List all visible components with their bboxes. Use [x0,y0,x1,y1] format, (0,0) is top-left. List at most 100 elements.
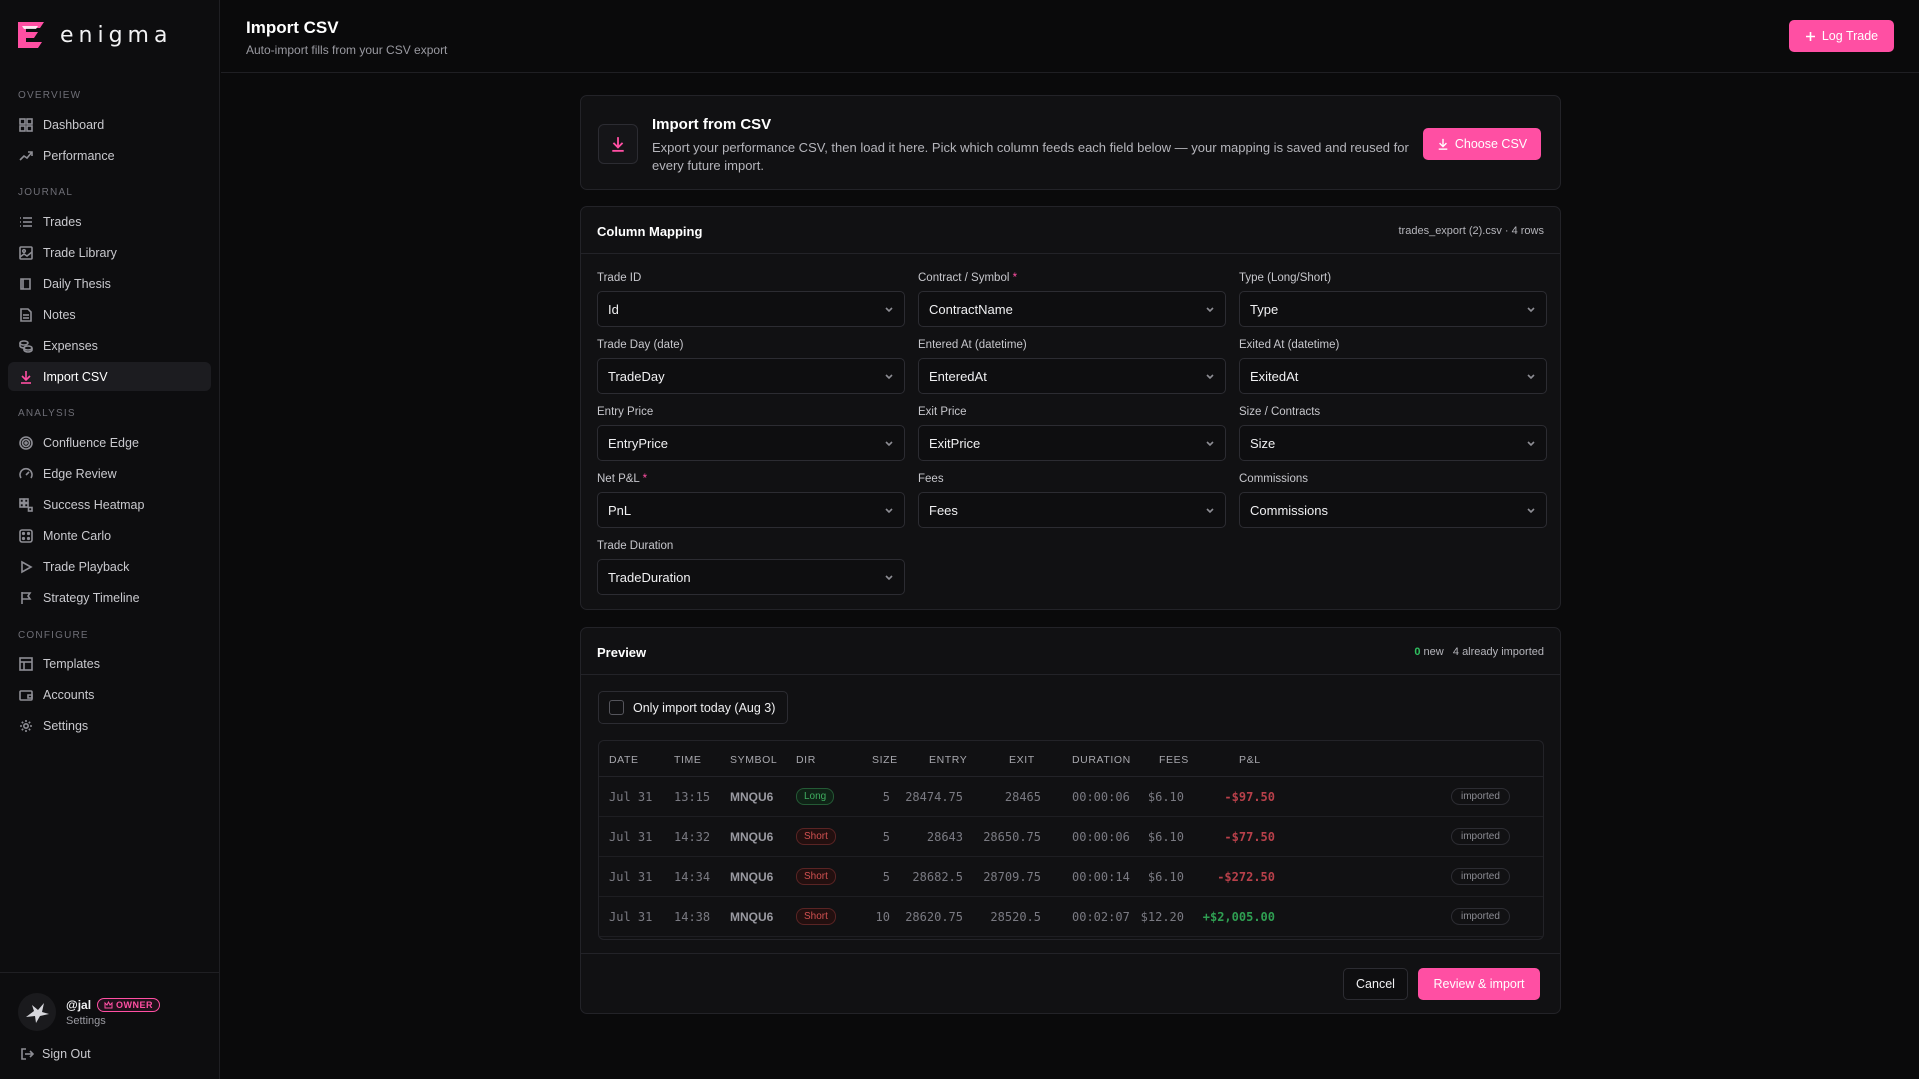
import-counts: 0 new 4 already imported [1414,646,1544,658]
logo[interactable]: enigma [14,18,172,52]
field-label-text: Trade Day (date) [597,339,684,351]
field-label-text: Fees [918,473,944,485]
cell-duration: 00:00:06 [1072,830,1130,844]
sidebar-item-edge-review[interactable]: Edge Review [8,459,211,488]
crown-icon [104,1000,113,1008]
sign-out-icon [21,1048,34,1060]
field-label: Contract / Symbol * [918,272,1226,288]
chevron-down-icon [1527,307,1535,313]
sidebar-item-daily-thesis[interactable]: Daily Thesis [8,269,211,298]
plus-icon [1805,31,1815,41]
sidebar-item-templates[interactable]: Templates [8,649,211,678]
column-header: DATE [609,754,639,766]
gear-icon [20,719,32,732]
note-icon [20,307,32,322]
column-select[interactable]: Fees [918,492,1226,528]
column-select[interactable]: Size [1239,425,1547,461]
column-select[interactable]: PnL [597,492,905,528]
cell-fees: $12.20 [1140,910,1184,924]
field-label-text: Commissions [1239,473,1309,485]
column-header: DIR [796,754,816,766]
imported-badge: imported [1451,868,1510,885]
only-today-checkbox[interactable]: Only import today (Aug 3) [598,691,788,724]
cell-time: 14:38 [674,910,711,924]
cell-date: Jul 31 [609,830,653,844]
field-label-text: Contract / Symbol [918,272,1010,284]
column-select[interactable]: ContractName [918,291,1226,327]
sign-out-button[interactable]: Sign Out [20,1047,91,1061]
cell-pnl: -$77.50 [1224,830,1275,844]
direction-badge: Short [796,828,836,845]
select-value: EnteredAt [929,368,987,384]
sidebar-item-strategy-timeline[interactable]: Strategy Timeline [8,583,211,612]
mapping-field: Entered At (datetime) EnteredAt [918,339,1226,394]
column-select[interactable]: TradeDuration [597,559,905,595]
user-settings-link[interactable]: Settings [66,1015,160,1027]
card-title: Preview [597,645,647,660]
sidebar-item-notes[interactable]: Notes [8,300,211,329]
column-header: TIME [674,754,702,766]
cancel-button[interactable]: Cancel [1343,968,1408,1000]
page-header: Import CSV Auto-import fills from your C… [221,0,1919,73]
sidebar-item-import-csv[interactable]: Import CSV [8,362,211,391]
column-select[interactable]: Id [597,291,905,327]
checkbox[interactable] [609,700,624,715]
sidebar-item-expenses[interactable]: Expenses [8,331,211,360]
field-label: Size / Contracts [1239,406,1547,422]
new-count: 0 [1414,646,1421,658]
book-icon [20,277,31,290]
sidebar-item-label: Expenses [43,338,98,353]
sidebar-item-dashboard[interactable]: Dashboard [8,110,211,139]
cell-duration: 00:00:14 [1072,870,1130,884]
column-select[interactable]: EnteredAt [918,358,1226,394]
field-label-text: Trade Duration [597,540,674,552]
sidebar-item-trades[interactable]: Trades [8,207,211,236]
log-trade-button[interactable]: Log Trade [1789,20,1894,52]
user-profile[interactable]: @jal OWNER Settings [18,993,161,1031]
column-select[interactable]: ExitPrice [918,425,1226,461]
column-select[interactable]: Commissions [1239,492,1547,528]
sidebar-item-performance[interactable]: Performance [8,141,211,170]
table-header: DATE TIME SYMBOL DIR SIZE ENTRY EXIT DURATION FE… [599,741,1543,777]
sidebar-item-label: Accounts [43,687,95,702]
cell-duration: 00:00:06 [1072,790,1130,804]
cell-symbol: MNQU6 [730,790,774,804]
cell-date: Jul 31 [609,790,653,804]
review-import-button[interactable]: Review & import [1418,968,1540,1000]
card-header: Column Mapping trades_export (2).csv · 4… [581,207,1560,254]
choose-csv-label: Choose CSV [1454,137,1528,151]
column-select[interactable]: ExitedAt [1239,358,1547,394]
sidebar-item-trade-playback[interactable]: Trade Playback [8,552,211,581]
cell-size: 10 [875,910,890,924]
download-icon [1438,138,1448,150]
sidebar-item-label: Import CSV [43,369,108,384]
cell-fees: $6.10 [1147,790,1184,804]
sidebar-item-success-heatmap[interactable]: Success Heatmap [8,490,211,519]
sidebar-item-label: Daily Thesis [43,276,111,291]
sidebar-item-monte-carlo[interactable]: Monte Carlo [8,521,211,550]
column-select[interactable]: EntryPrice [597,425,905,461]
sidebar-item-accounts[interactable]: Accounts [8,680,211,709]
cell-date: Jul 31 [609,910,653,924]
field-label: Entered At (datetime) [918,339,1226,355]
chevron-down-icon [1206,441,1214,447]
choose-csv-button[interactable]: Choose CSV [1423,128,1541,160]
cell-entry: 28620.75 [905,910,963,924]
chevron-down-icon [885,307,893,313]
sidebar-item-settings[interactable]: Settings [8,711,211,740]
chevron-down-icon [885,508,893,514]
download-badge [598,124,638,164]
column-select[interactable]: Type [1239,291,1547,327]
avatar [18,993,56,1031]
preview-table: DATE TIME SYMBOL DIR SIZE ENTRY EXIT DURATION FE… [598,740,1544,940]
select-value: Commissions [1250,502,1329,518]
sidebar-item-confluence-edge[interactable]: Confluence Edge [8,428,211,457]
column-header: DURATION [1072,754,1131,766]
download-icon [21,370,31,384]
chevron-down-icon [1206,374,1214,380]
sidebar-item-trade-library[interactable]: Trade Library [8,238,211,267]
column-header: EXIT [1009,754,1035,766]
column-select[interactable]: TradeDay [597,358,905,394]
section-journal: JOURNAL [18,187,74,198]
field-label-text: Type (Long/Short) [1239,272,1332,284]
